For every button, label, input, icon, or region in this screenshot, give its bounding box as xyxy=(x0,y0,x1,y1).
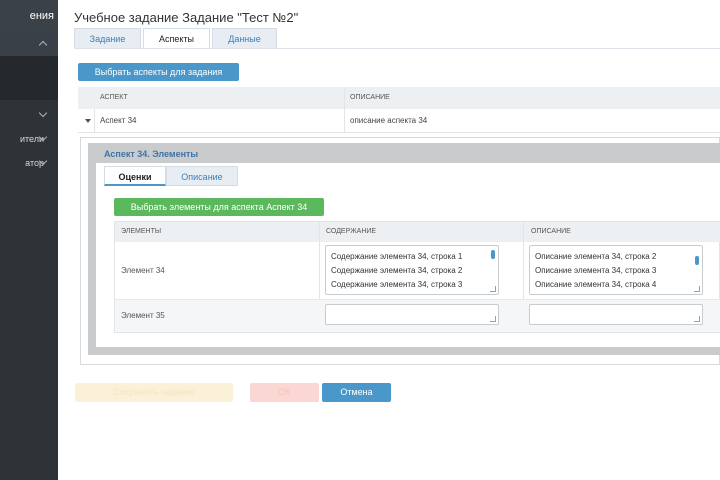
elements-panel: Аспект 34. Элементы Оценки Описание Выбр… xyxy=(88,143,720,355)
cancel-button[interactable]: Отмена xyxy=(322,383,391,402)
resize-grip-icon[interactable] xyxy=(490,286,496,292)
chevron-up-icon xyxy=(38,40,48,50)
textarea-line: Содержание элемента 34, строка 3 xyxy=(331,280,463,289)
tab-divider xyxy=(74,48,720,49)
description-textarea[interactable]: Описание элемента 34, строка 2 Описание … xyxy=(529,245,703,295)
tab-data[interactable]: Данные xyxy=(212,28,277,49)
select-elements-button[interactable]: Выбрать элементы для аспекта Аспект 34 xyxy=(114,198,324,216)
aspect-name: Аспект 34 xyxy=(100,116,137,125)
content-textarea[interactable]: Содержание элемента 34, строка 1 Содержа… xyxy=(325,245,499,295)
textarea-line: Описание элемента 34, строка 4 xyxy=(535,280,657,289)
textarea-line: Описание элемента 34, строка 2 xyxy=(535,252,657,261)
table-header: АСПЕКТ ОПИСАНИЕ xyxy=(78,87,720,109)
sidebar-item-3[interactable]: атор xyxy=(0,152,58,174)
table-row[interactable]: Аспект 34 описание аспекта 34 xyxy=(78,109,720,133)
sidebar-submenu xyxy=(0,56,58,100)
content-textarea[interactable] xyxy=(325,304,499,325)
textarea-line: Содержание элемента 34, строка 2 xyxy=(331,266,463,275)
textarea-line: Описание элемента 34, строка 3 xyxy=(535,266,657,275)
sidebar-item-expanded[interactable] xyxy=(0,32,58,56)
elements-table: ЭЛЕМЕНТЫ СОДЕРЖАНИЕ ОПИСАНИЕ Элемент 34 … xyxy=(114,221,720,333)
tab-aspects[interactable]: Аспекты xyxy=(143,28,210,49)
description-textarea[interactable] xyxy=(529,304,703,325)
expand-caret-icon[interactable] xyxy=(85,119,91,123)
tab-grades[interactable]: Оценки xyxy=(104,166,166,186)
page-title: Учебное задание Задание "Тест №2" xyxy=(74,10,299,25)
table-row: Элемент 34 Содержание элемента 34, строк… xyxy=(115,242,720,300)
column-header-aspect: АСПЕКТ xyxy=(100,94,128,101)
element-name: Элемент 34 xyxy=(121,266,165,275)
elements-panel-body: Оценки Описание Выбрать элементы для асп… xyxy=(96,163,720,347)
resize-grip-icon[interactable] xyxy=(694,286,700,292)
table-header: ЭЛЕМЕНТЫ СОДЕРЖАНИЕ ОПИСАНИЕ xyxy=(115,222,720,242)
tab-task[interactable]: Задание xyxy=(74,28,141,49)
scrollbar-thumb[interactable] xyxy=(695,256,699,265)
ok-button[interactable]: OK xyxy=(250,383,319,402)
tab-description[interactable]: Описание xyxy=(166,166,238,186)
chevron-down-icon xyxy=(38,108,48,118)
table-row: Элемент 35 xyxy=(115,300,720,332)
column-header-description: ОПИСАНИЕ xyxy=(350,94,390,101)
select-aspects-button[interactable]: Выбрать аспекты для задания xyxy=(78,63,239,81)
column-header-content: СОДЕРЖАНИЕ xyxy=(326,228,377,235)
main-content: Учебное задание Задание "Тест №2" Задани… xyxy=(58,0,720,480)
save-task-button[interactable]: Сохранить задание xyxy=(75,383,233,402)
panel-title: Аспект 34. Элементы xyxy=(104,149,199,159)
textarea-line: Содержание элемента 34, строка 1 xyxy=(331,252,463,261)
scrollbar-thumb[interactable] xyxy=(491,250,495,259)
sidebar-item-2[interactable]: ители xyxy=(0,128,58,150)
resize-grip-icon[interactable] xyxy=(694,316,700,322)
sidebar-header[interactable]: ения xyxy=(0,0,58,32)
element-name: Элемент 35 xyxy=(121,311,165,320)
aspect-description: описание аспекта 34 xyxy=(350,116,428,125)
sidebar: ения ители атор xyxy=(0,0,58,480)
sidebar-item-1[interactable] xyxy=(0,104,58,126)
resize-grip-icon[interactable] xyxy=(490,316,496,322)
column-header-elements: ЭЛЕМЕНТЫ xyxy=(121,228,162,235)
sidebar-header-label: ения xyxy=(29,10,54,22)
column-header-description: ОПИСАНИЕ xyxy=(531,228,571,235)
